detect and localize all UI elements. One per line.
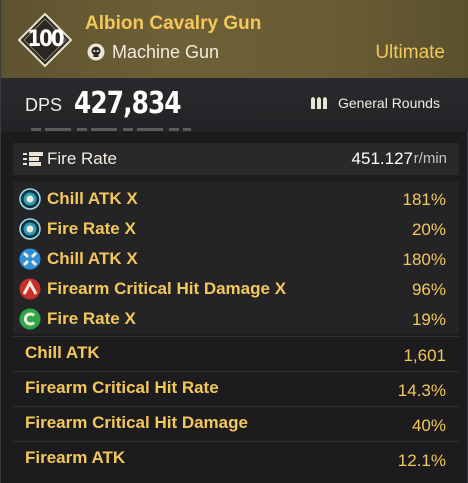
c-icon xyxy=(19,308,41,330)
stat-value: 1,601 xyxy=(403,346,446,365)
module-label: Chill ATK X xyxy=(47,189,138,208)
stat-label: Firearm Critical Hit Rate xyxy=(25,378,219,397)
skull-icon xyxy=(87,43,105,61)
fire-rate-row: Fire Rate 451.127 r/min xyxy=(13,143,459,175)
module-value: 96% xyxy=(411,280,446,299)
fire-rate-icon xyxy=(23,152,43,166)
fire-rate-value: 451.127 xyxy=(351,149,413,168)
chill-cross-icon xyxy=(19,248,41,270)
weapon-type: Machine Gun xyxy=(112,42,220,62)
module-row[interactable]: Firearm Critical Hit Damage X 96% xyxy=(13,274,459,304)
base-stats: Chill ATK 1,601 Firearm Critical Hit Rat… xyxy=(13,336,459,483)
weapon-level: 100 xyxy=(27,27,64,52)
dps-label: DPS xyxy=(25,95,63,115)
fire-rate-label: Fire Rate xyxy=(47,149,117,168)
module-row[interactable]: Chill ATK X 181% xyxy=(13,184,459,214)
firearm-icon xyxy=(19,278,41,300)
module-label: Fire Rate X xyxy=(47,309,136,328)
module-row[interactable]: Fire Rate X 19% xyxy=(13,304,459,334)
stat-label: Firearm Critical Hit Damage xyxy=(25,413,248,432)
module-label: Fire Rate X xyxy=(47,219,136,238)
stat-row: Firearm Critical Hit Damage 40% xyxy=(13,406,459,441)
clipped-text-fragment xyxy=(31,126,191,132)
chill-icon xyxy=(19,188,41,210)
stat-row: Firearm ATK 12.1% xyxy=(13,441,459,476)
module-substats: Chill ATK X 181% Fire Rate X 20% Chill A… xyxy=(13,182,459,334)
stat-label: Chill ATK xyxy=(25,343,100,362)
module-value: 19% xyxy=(411,310,446,329)
dps-value: 427,834 xyxy=(74,86,182,121)
weapon-tooltip-panel: 100 Albion Cavalry Gun Machine Gun Ultim… xyxy=(0,0,468,483)
module-label: Firearm Critical Hit Damage X xyxy=(47,279,287,298)
stat-value: 40% xyxy=(411,416,446,435)
stat-value: 12.1% xyxy=(397,451,446,470)
ammo-type-label: General Rounds xyxy=(338,95,440,111)
weapon-header: 100 Albion Cavalry Gun Machine Gun Ultim… xyxy=(1,0,468,78)
stat-row: Chill ATK 1,601 xyxy=(13,336,459,371)
rarity-label: Ultimate xyxy=(375,42,445,63)
module-value: 181% xyxy=(402,190,446,209)
weapon-name: Albion Cavalry Gun xyxy=(85,13,262,34)
stat-value: 14.3% xyxy=(397,381,446,400)
module-label: Chill ATK X xyxy=(47,249,138,268)
level-badge: 100 xyxy=(18,13,72,67)
module-value: 20% xyxy=(411,220,446,239)
bullets-icon xyxy=(310,94,328,110)
module-value: 180% xyxy=(402,250,446,269)
fire-rate-unit: r/min xyxy=(413,150,447,167)
module-row[interactable]: Fire Rate X 20% xyxy=(13,214,459,244)
dps-row: DPS 427,834 General Rounds xyxy=(1,78,468,132)
stat-label: Firearm ATK xyxy=(25,448,126,467)
stat-row: Firearm Critical Hit Rate 14.3% xyxy=(13,371,459,406)
module-row[interactable]: Chill ATK X 180% xyxy=(13,244,459,274)
fire-rate-icon xyxy=(19,218,41,240)
